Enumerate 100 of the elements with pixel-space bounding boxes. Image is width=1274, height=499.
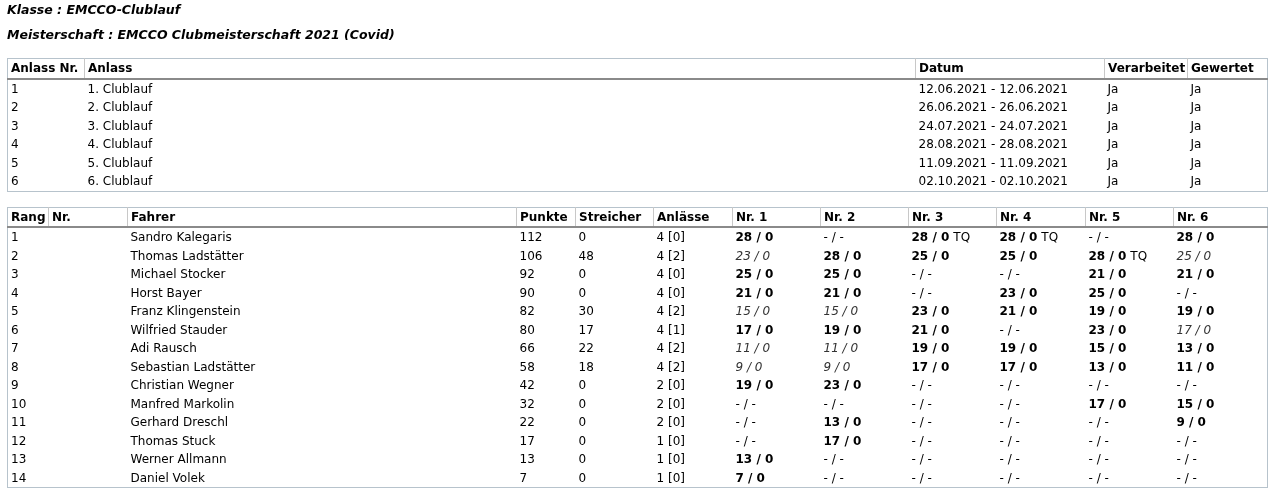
table-cell-text: 19 / 0 bbox=[822, 321, 863, 339]
table-cell-text: 15 / 0 bbox=[822, 303, 860, 320]
table-cell-text: 2 [0] bbox=[655, 377, 686, 394]
table-cell: 25 / 0 bbox=[1173, 246, 1268, 265]
column-header: Datum bbox=[915, 58, 1105, 79]
table-cell: Sandro Kalegaris bbox=[127, 227, 517, 247]
table-cell-text: 21 / 0 bbox=[734, 284, 775, 302]
table-cell: 28 / 0 bbox=[1173, 227, 1268, 247]
table-cell-text: 22 bbox=[577, 340, 595, 357]
table-cell-text: 13 / 0 bbox=[822, 414, 863, 431]
table-cell-text: 5. Clublauf bbox=[86, 154, 154, 172]
table-cell: 112 bbox=[516, 227, 576, 247]
table-cell-text: 23 / 0 bbox=[1087, 321, 1128, 339]
table-cell-text: 0 bbox=[577, 377, 588, 394]
table-cell-text: 17 bbox=[577, 321, 595, 339]
table-cell: 6 bbox=[7, 172, 85, 191]
table-cell-text: 2. Clublauf bbox=[86, 99, 154, 116]
column-header: Anlass bbox=[84, 58, 916, 79]
table-cell-text: 17 / 0 bbox=[734, 321, 775, 339]
table-cell-text: 4 [2] bbox=[655, 340, 686, 357]
class-title: Klasse : EMCCO-Clublauf bbox=[7, 1, 181, 19]
table-cell-text: 90 bbox=[518, 284, 536, 302]
table-cell-text: 1 [0] bbox=[655, 451, 686, 468]
table-cell: 21 / 0 bbox=[1173, 265, 1268, 284]
table-cell-text: - / - bbox=[910, 284, 933, 302]
table-cell-text: 23 / 0 bbox=[998, 284, 1039, 302]
table-cell-text: 17 / 0 bbox=[998, 358, 1039, 376]
table-cell-text: 9 / 0 bbox=[734, 358, 764, 376]
table-cell-text: 19 / 0 bbox=[910, 340, 951, 357]
table-cell-text: 0 bbox=[577, 414, 588, 431]
table-cell-text: 4 [0] bbox=[655, 284, 686, 302]
table-cell-text: 1 [0] bbox=[655, 432, 686, 450]
table-cell: 11 / 0 bbox=[1173, 357, 1268, 376]
table-cell-text: Wilfried Stauder bbox=[129, 321, 229, 339]
table-cell: 4 [0] bbox=[653, 227, 733, 247]
table-cell-text: 17 / 0 bbox=[822, 432, 863, 450]
table-cell-text: - / - bbox=[998, 414, 1021, 431]
column-header: Punkte bbox=[516, 207, 576, 227]
table-cell-text: - / - bbox=[910, 266, 933, 283]
table-cell-text: 26.06.2021 - 26.06.2021 bbox=[917, 99, 1069, 116]
table-cell-text: 28 / 0 TQ bbox=[1087, 247, 1149, 265]
table-cell-text: 15 / 0 bbox=[1087, 340, 1128, 357]
table-cell: 28 / 0 bbox=[732, 227, 821, 247]
table-cell-text: - / - bbox=[1087, 377, 1110, 394]
table-cell: 13 / 0 bbox=[1173, 339, 1268, 358]
table-cell-text: - / - bbox=[822, 451, 845, 468]
table-cell: 9 bbox=[7, 376, 49, 395]
table-cell: 15 / 0 bbox=[1173, 394, 1268, 413]
table-cell: 7 / 0 bbox=[732, 468, 821, 488]
table-cell: 13 bbox=[7, 450, 49, 469]
column-header: Anlässe bbox=[653, 207, 733, 227]
table-cell: 0 bbox=[575, 227, 654, 247]
table-cell: - / - bbox=[1173, 283, 1268, 302]
table-cell-text: 21 / 0 bbox=[822, 284, 863, 302]
table-cell-text: Thomas Ladstätter bbox=[129, 247, 245, 265]
table-cell-text: Manfred Markolin bbox=[129, 395, 236, 413]
table-cell: 28 / 0 TQ bbox=[996, 227, 1086, 247]
table-cell: - / - bbox=[996, 468, 1086, 488]
table-cell-text: 0 bbox=[577, 395, 588, 413]
table-cell-text: 11 / 0 bbox=[822, 340, 860, 357]
column-header: Gewertet bbox=[1187, 58, 1268, 79]
table-cell-text: 106 bbox=[518, 247, 544, 265]
table-cell: 19 / 0 bbox=[1173, 302, 1268, 321]
table-cell-text: 23 / 0 bbox=[734, 247, 772, 265]
table-cell: 4 bbox=[7, 283, 49, 302]
table-cell-text: 0 bbox=[577, 451, 588, 468]
table-cell: 5 bbox=[7, 153, 85, 172]
table-cell-text: Gerhard Dreschl bbox=[129, 414, 230, 431]
table-cell: 11 bbox=[7, 413, 49, 432]
table-cell: Ja bbox=[1104, 172, 1188, 191]
table-cell: 6 bbox=[7, 320, 49, 339]
column-header: Fahrer bbox=[127, 207, 517, 227]
table-cell: 1 bbox=[7, 78, 85, 98]
table-cell-text: 0 bbox=[577, 284, 588, 302]
table-cell: - / - bbox=[1173, 468, 1268, 488]
table-cell-text: - / - bbox=[734, 395, 757, 413]
table-cell-text: Ja bbox=[1106, 99, 1120, 116]
table-cell-text: 13 bbox=[518, 451, 536, 468]
table-cell-text: 3. Clublauf bbox=[86, 117, 154, 135]
table-cell-text: 9 / 0 bbox=[822, 358, 852, 376]
column-header: Nr. 3 bbox=[908, 207, 997, 227]
table-cell-text: - / - bbox=[998, 377, 1021, 394]
table-cell-text: 17 / 0 bbox=[1087, 395, 1128, 413]
table-cell: 02.10.2021 - 02.10.2021 bbox=[915, 172, 1105, 191]
table-cell-text: - / - bbox=[910, 432, 933, 450]
table-cell: 14 bbox=[7, 468, 49, 488]
table-cell-text: Franz Klingenstein bbox=[129, 303, 242, 320]
championship-title: Meisterschaft : EMCCO Clubmeisterschaft 2021 (Covid) bbox=[7, 25, 395, 44]
table-cell-text: - / - bbox=[998, 432, 1021, 450]
table-cell: 2 bbox=[7, 246, 49, 265]
table-cell-text: - / - bbox=[910, 414, 933, 431]
table-cell-text: 19 / 0 bbox=[1087, 303, 1128, 320]
table-cell-text: - / - bbox=[998, 321, 1021, 339]
table-cell-text: 28.08.2021 - 28.08.2021 bbox=[917, 136, 1069, 153]
table-cell-text: 4 [2] bbox=[655, 358, 686, 376]
table-cell-text: 2 [0] bbox=[655, 395, 686, 413]
table-cell-text: 4. Clublauf bbox=[86, 136, 154, 153]
table-cell-text: 58 bbox=[518, 358, 536, 376]
table-cell: - / - bbox=[1173, 376, 1268, 395]
table-cell: Ja bbox=[1187, 78, 1268, 98]
